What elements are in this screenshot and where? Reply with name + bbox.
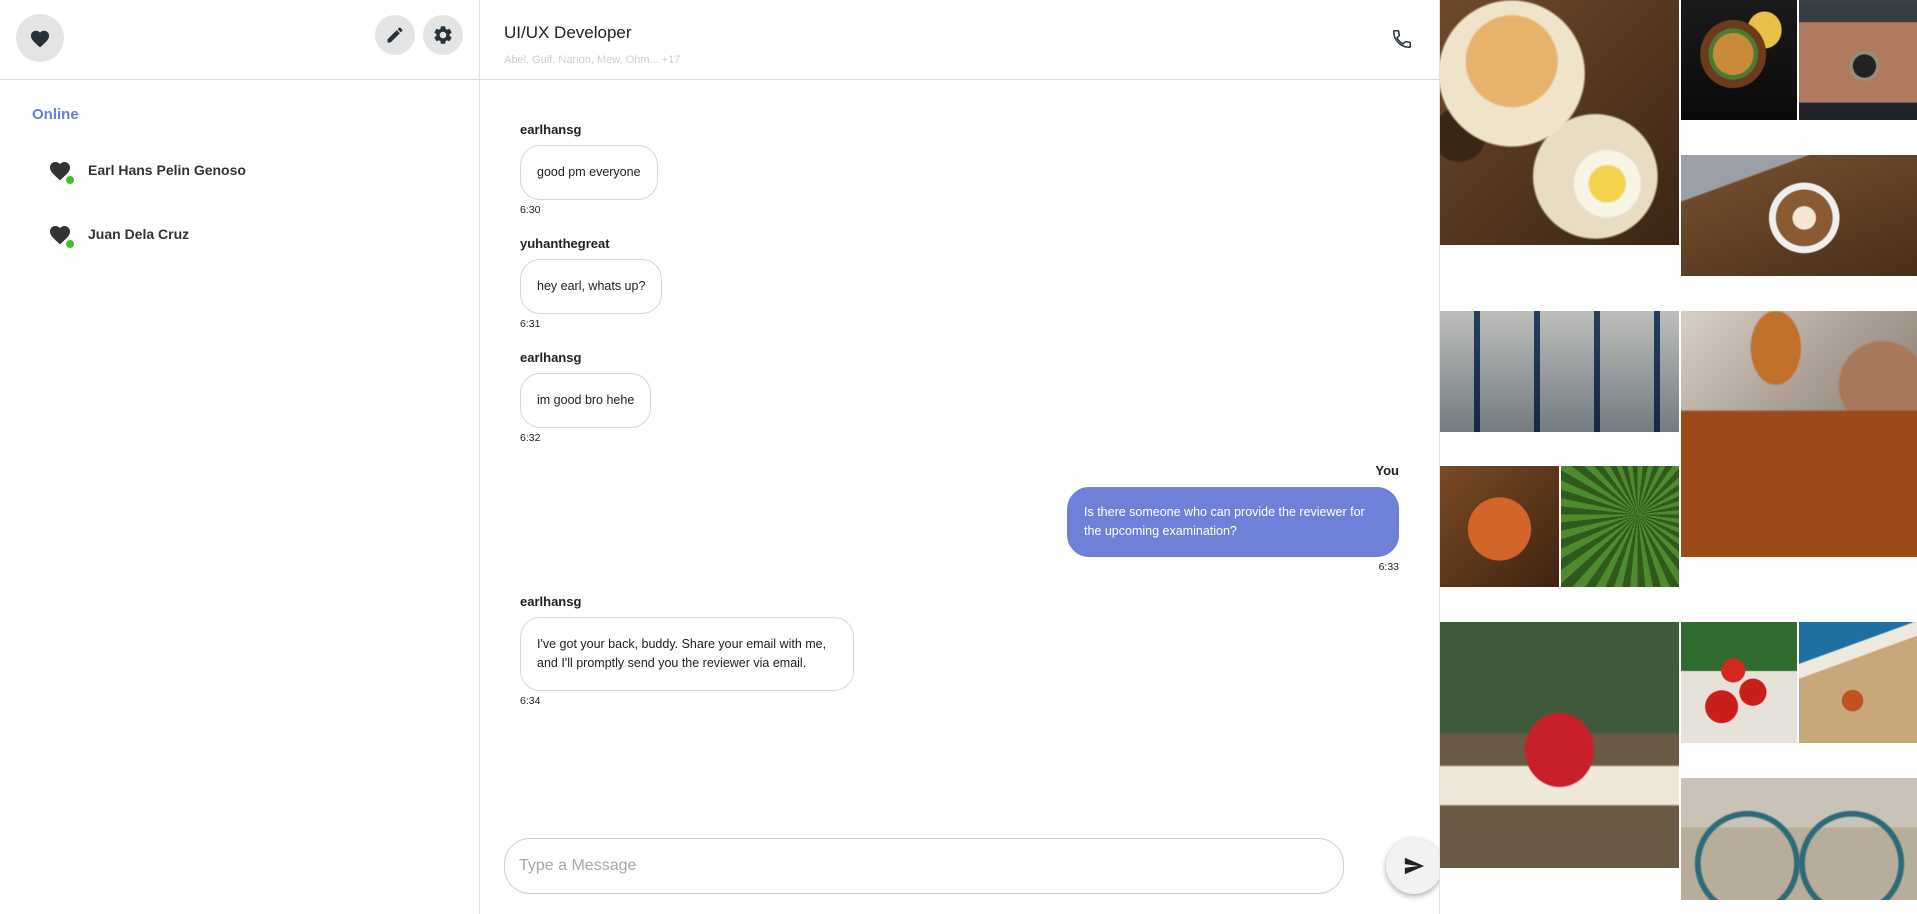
heart-icon [30,30,50,48]
online-status-dot [66,176,74,184]
gallery-image-starfish[interactable] [1799,622,1917,743]
message: earlhansg im good bro hehe 6:32 [520,350,652,444]
gallery-image-bicycle[interactable] [1681,778,1917,900]
send-button[interactable] [1386,838,1442,894]
message-time: 6:32 [520,432,541,444]
call-button[interactable] [1389,26,1415,52]
profile-button[interactable] [16,14,64,62]
user-name: Earl Hans Pelin Genoso [88,162,246,178]
message: earlhansg I've got your back, buddy. Sha… [520,594,854,707]
gallery-image-burger[interactable] [1681,0,1797,120]
sidebar-header [0,0,479,80]
message: earlhansg good pm everyone 6:30 [520,122,658,216]
gallery-image-basketball[interactable] [1440,466,1559,587]
gallery-image-honey[interactable] [1681,311,1917,557]
message-input[interactable] [505,839,1343,893]
chat-panel: UI/UX Developer Abel, Gulf, Nanon, Mew, … [480,0,1442,914]
media-gallery [1439,0,1917,914]
message-time: 6:34 [520,695,541,707]
edit-button[interactable] [375,15,415,55]
message-bubble: im good bro hehe [520,373,652,428]
message-bubble: I've got your back, buddy. Share your em… [520,617,854,691]
online-section-title: Online [32,106,79,123]
message-sender: earlhansg [520,122,582,137]
message-sender: You [1375,463,1399,478]
pencil-icon [387,27,403,43]
gallery-image-fern[interactable] [1561,466,1679,587]
chat-header: UI/UX Developer Abel, Gulf, Nanon, Mew, … [480,0,1439,80]
gallery-image-mushroom[interactable] [1440,622,1679,868]
phone-icon [1393,30,1411,48]
message-sender: yuhanthegreat [520,236,610,251]
gallery-image-breakfast[interactable] [1440,0,1679,245]
message-sender: earlhansg [520,350,582,365]
user-name: Juan Dela Cruz [88,226,190,242]
user-avatar [44,154,76,186]
message-time: 6:30 [520,204,541,216]
message-bubble: Is there someone who can provide the rev… [1067,487,1399,557]
sidebar: Online Earl Hans Pelin Genoso Juan Dela … [0,0,480,914]
message-bubble: good pm everyone [520,145,658,200]
message: yuhanthegreat hey earl, whats up? 6:31 [520,236,663,330]
my-message: You Is there someone who can provide the… [1067,463,1399,573]
message-bubble: hey earl, whats up? [520,259,663,314]
message-time: 6:31 [520,318,541,330]
message-composer [504,838,1344,894]
gallery-image-coffee[interactable] [1681,155,1917,276]
user-avatar [44,218,76,250]
chat-members: Abel, Gulf, Nanon, Mew, Ohm... +17 [504,54,681,66]
chat-app: Online Earl Hans Pelin Genoso Juan Dela … [0,0,1917,914]
gallery-image-hats[interactable] [1440,311,1679,432]
gallery-image-tomatoes[interactable] [1681,622,1797,743]
user-item[interactable]: Earl Hans Pelin Genoso [44,152,246,188]
message-time: 6:33 [1378,561,1399,573]
gear-icon [434,26,452,44]
gallery-image-camera[interactable] [1799,0,1917,120]
user-item[interactable]: Juan Dela Cruz [44,216,189,252]
settings-button[interactable] [423,15,463,55]
online-status-dot [66,240,74,248]
chat-title: UI/UX Developer [504,23,632,42]
message-sender: earlhansg [520,594,582,609]
send-icon [1404,857,1425,875]
